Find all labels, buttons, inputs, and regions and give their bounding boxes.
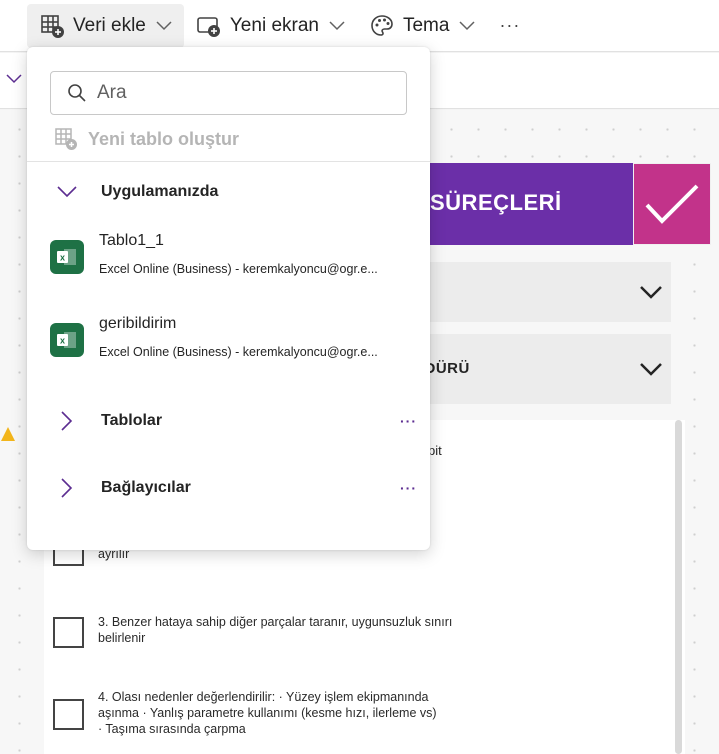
table-add-icon — [54, 127, 78, 151]
step-text: 4. Olası nedenler değerlendirilir: · Yüz… — [98, 690, 437, 736]
palette-icon — [369, 13, 395, 39]
command-bar: Veri ekle Yeni ekran Tema ··· — [0, 0, 719, 52]
data-source-name: Tablo1_1 — [99, 232, 164, 249]
chevron-right-icon — [57, 411, 77, 431]
data-source-connection: Excel Online (Business) - keremkalyoncu@… — [99, 262, 378, 276]
section-label: Uygulamanızda — [101, 183, 219, 200]
excel-icon: x — [50, 323, 84, 357]
checkmark-icon — [645, 184, 699, 224]
section-in-your-app[interactable]: Uygulamanızda — [57, 183, 417, 201]
section-label: Tablolar — [101, 412, 163, 429]
checkmark-tile[interactable] — [633, 163, 711, 245]
create-new-table-button[interactable]: Yeni tablo oluştur — [54, 127, 239, 151]
chevron-right-icon — [57, 478, 77, 498]
svg-text:x: x — [60, 253, 65, 263]
screen-header-title: SÜREÇLERİ — [430, 190, 562, 215]
more-options-button[interactable]: ··· — [400, 413, 417, 429]
add-data-button[interactable]: Veri ekle — [27, 3, 184, 48]
step-checkbox[interactable] — [53, 617, 84, 648]
step-checkbox[interactable] — [53, 548, 84, 566]
step-text-fragment: pit — [428, 443, 442, 458]
chevron-down-icon — [57, 186, 77, 198]
theme-button[interactable]: Tema — [357, 4, 487, 48]
section-tables[interactable]: Tablolar ··· — [57, 411, 417, 431]
chevron-down-icon — [459, 20, 475, 31]
excel-icon: x — [50, 240, 84, 274]
data-source-connection: Excel Online (Business) - keremkalyoncu@… — [99, 345, 378, 359]
data-source-item[interactable]: x geribildirim Excel Online (Business) -… — [50, 315, 410, 375]
chevron-down-icon — [639, 361, 663, 382]
checklist-item: 3. Benzer hataya sahip diğer parçalar ta… — [53, 614, 458, 648]
scrollbar[interactable] — [675, 420, 682, 754]
search-input[interactable] — [97, 82, 397, 104]
checklist-item: 4. Olası nedenler değerlendirilir: · Yüz… — [53, 689, 438, 737]
step-checkbox[interactable] — [53, 699, 84, 730]
divider — [27, 161, 430, 162]
table-add-icon — [39, 13, 65, 39]
section-connectors[interactable]: Bağlayıcılar ··· — [57, 478, 417, 498]
screen-add-icon — [196, 13, 222, 39]
data-source-name: geribildirim — [99, 315, 177, 332]
new-screen-label: Yeni ekran — [229, 14, 319, 36]
add-data-flyout: Yeni tablo oluştur Uygulamanızda x Tablo… — [27, 47, 430, 550]
create-new-table-label: Yeni tablo oluştur — [88, 128, 240, 149]
search-icon — [67, 83, 87, 103]
chevron-down-icon — [329, 20, 345, 31]
more-options-button[interactable]: ··· — [487, 15, 532, 36]
chevron-down-icon[interactable] — [6, 71, 22, 89]
svg-text:x: x — [60, 336, 65, 346]
new-screen-button[interactable]: Yeni ekran — [184, 4, 357, 48]
data-source-item[interactable]: x Tablo1_1 Excel Online (Business) - ker… — [50, 232, 410, 292]
chevron-down-icon — [639, 284, 663, 305]
section-label: Bağlayıcılar — [101, 479, 191, 496]
theme-label: Tema — [402, 14, 450, 36]
accordion-header-1[interactable] — [426, 262, 671, 322]
search-box[interactable] — [50, 71, 407, 115]
more-options-button[interactable]: ··· — [400, 480, 417, 496]
add-data-label: Veri ekle — [73, 14, 146, 36]
warning-icon[interactable] — [0, 426, 16, 442]
chevron-down-icon — [156, 20, 172, 31]
step-text: 3. Benzer hataya sahip diğer parçalar ta… — [98, 615, 453, 645]
